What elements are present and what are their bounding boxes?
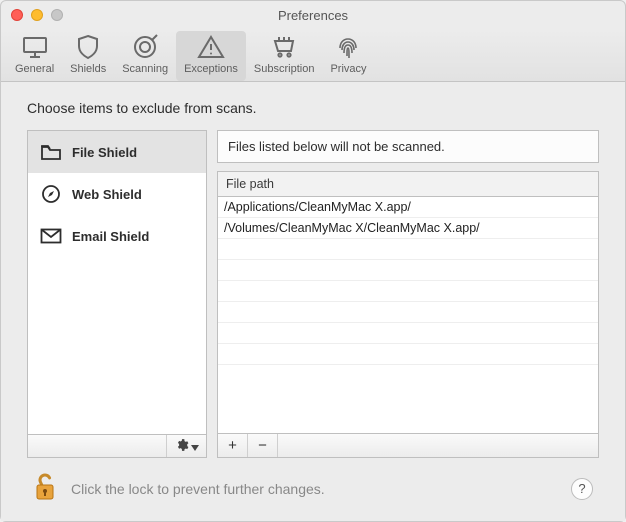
- sidebar-item-email-shield[interactable]: Email Shield: [28, 215, 206, 257]
- table-row-empty: [218, 344, 598, 365]
- sidebar-item-file-shield[interactable]: File Shield: [28, 131, 206, 173]
- tab-label: Shields: [70, 63, 106, 75]
- shields-list: File Shield Web Shield: [27, 130, 207, 434]
- prefs-toolbar: General Shields Scanning: [1, 29, 625, 82]
- exclusions-pane: Files listed below will not be scanned. …: [217, 130, 599, 458]
- content-area: Choose items to exclude from scans. File…: [1, 82, 625, 521]
- tab-label: Subscription: [254, 63, 315, 75]
- minimize-button[interactable]: [31, 9, 43, 21]
- preferences-window: Preferences General Shields: [0, 0, 626, 522]
- lock-row: Click the lock to prevent further change…: [27, 458, 599, 511]
- gear-icon: [175, 438, 189, 455]
- exclusions-table-body[interactable]: /Applications/CleanMyMac X.app/ /Volumes…: [217, 197, 599, 434]
- help-button[interactable]: ?: [571, 478, 593, 500]
- sidebar-item-label: Email Shield: [72, 229, 149, 244]
- window-controls: [11, 9, 63, 21]
- close-button[interactable]: [11, 9, 23, 21]
- monitor-icon: [21, 33, 49, 61]
- sidebar-footer: [27, 434, 207, 458]
- sidebar-item-label: File Shield: [72, 145, 137, 160]
- shield-icon: [74, 33, 102, 61]
- folder-icon: [40, 143, 62, 161]
- table-row-empty: [218, 260, 598, 281]
- table-row[interactable]: /Volumes/CleanMyMac X/CleanMyMac X.app/: [218, 218, 598, 239]
- info-text: Files listed below will not be scanned.: [217, 130, 599, 163]
- table-row[interactable]: /Applications/CleanMyMac X.app/: [218, 197, 598, 218]
- exclusions-footer: + −: [217, 434, 599, 458]
- window-title: Preferences: [1, 8, 625, 23]
- warning-icon: [197, 33, 225, 61]
- compass-icon: [40, 185, 62, 203]
- panes: File Shield Web Shield: [27, 130, 599, 458]
- cart-icon: [270, 33, 298, 61]
- titlebar: Preferences: [1, 1, 625, 29]
- tab-privacy[interactable]: Privacy: [322, 31, 374, 81]
- tab-exceptions[interactable]: Exceptions: [176, 31, 246, 81]
- tab-shields[interactable]: Shields: [62, 31, 114, 81]
- remove-button[interactable]: −: [248, 434, 278, 457]
- zoom-button[interactable]: [51, 9, 63, 21]
- instruction-text: Choose items to exclude from scans.: [27, 100, 599, 116]
- fingerprint-icon: [334, 33, 362, 61]
- shields-sidebar: File Shield Web Shield: [27, 130, 207, 458]
- tab-scanning[interactable]: Scanning: [114, 31, 176, 81]
- tab-label: General: [15, 63, 54, 75]
- lock-icon[interactable]: [33, 472, 57, 505]
- tab-general[interactable]: General: [7, 31, 62, 81]
- table-row-empty: [218, 323, 598, 344]
- add-button[interactable]: +: [218, 434, 248, 457]
- sidebar-item-web-shield[interactable]: Web Shield: [28, 173, 206, 215]
- sidebar-actions-menu[interactable]: [166, 435, 206, 457]
- chevron-down-icon: [191, 439, 199, 454]
- sidebar-item-label: Web Shield: [72, 187, 142, 202]
- lock-hint: Click the lock to prevent further change…: [71, 481, 325, 497]
- table-row-empty: [218, 281, 598, 302]
- exclusions-table: File path /Applications/CleanMyMac X.app…: [217, 171, 599, 458]
- column-header-filepath[interactable]: File path: [217, 171, 599, 197]
- tab-label: Privacy: [330, 63, 366, 75]
- envelope-icon: [40, 227, 62, 245]
- tab-label: Scanning: [122, 63, 168, 75]
- tab-label: Exceptions: [184, 63, 238, 75]
- target-icon: [131, 33, 159, 61]
- tab-subscription[interactable]: Subscription: [246, 31, 323, 81]
- table-row-empty: [218, 302, 598, 323]
- table-row-empty: [218, 239, 598, 260]
